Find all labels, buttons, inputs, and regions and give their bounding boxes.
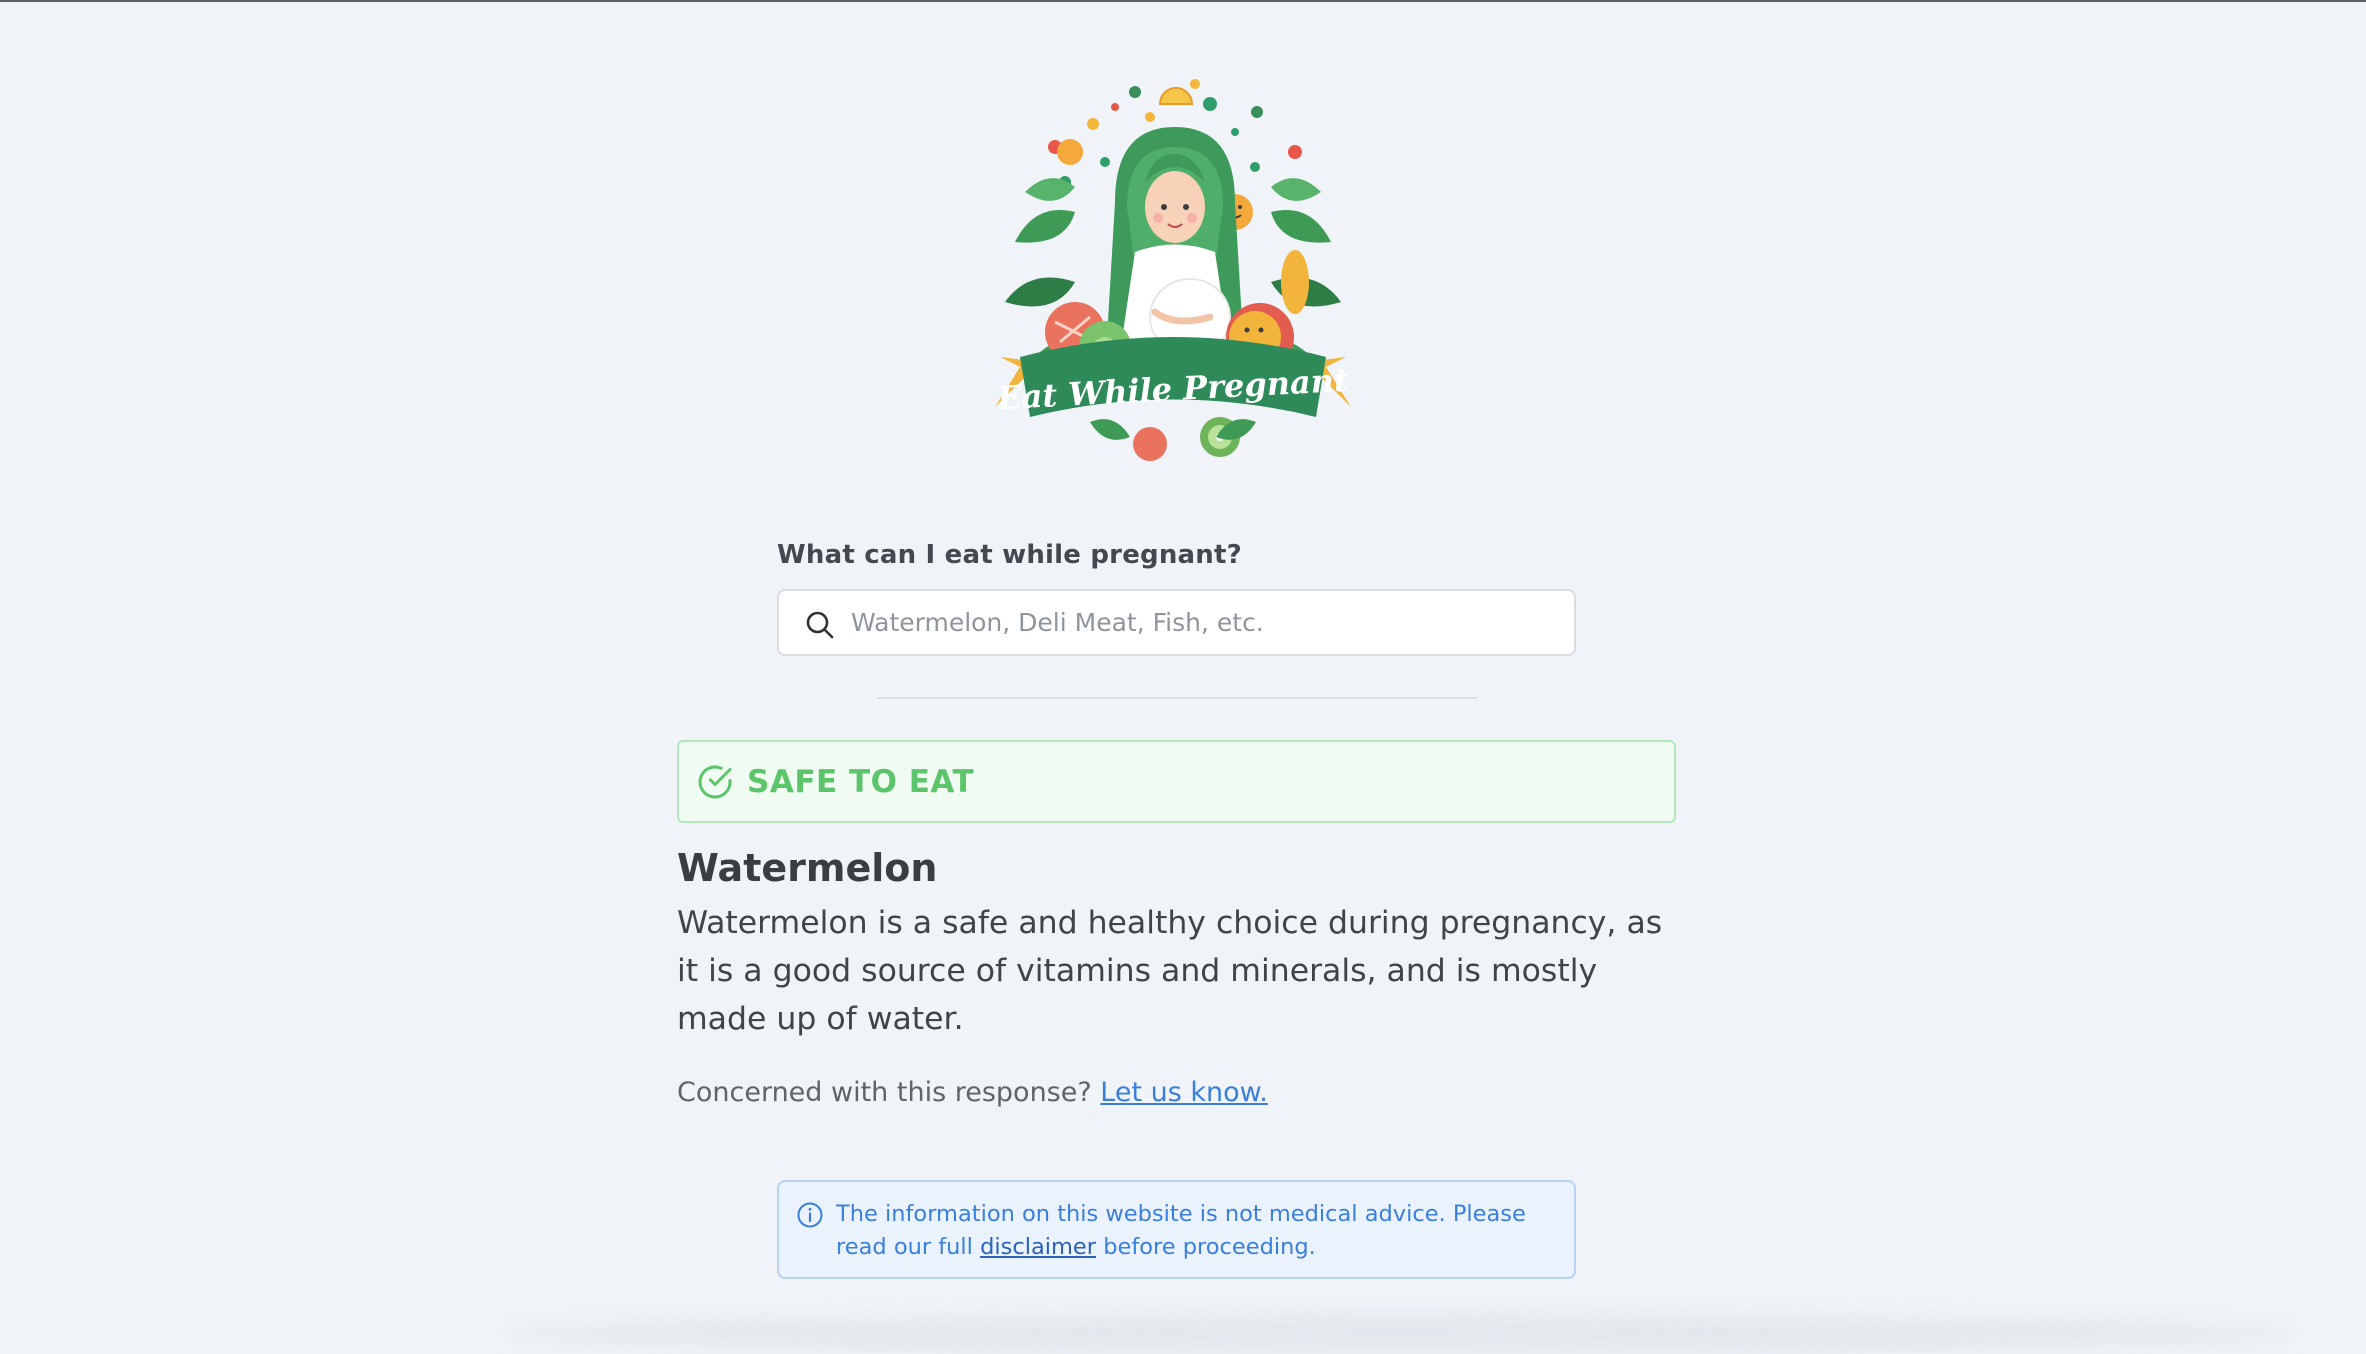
eat-while-pregnant-logo: Eat While Pregnant — [995, 79, 1351, 461]
disclaimer-text-after: before proceeding. — [1103, 1234, 1316, 1260]
feedback-prompt: Concerned with this response? — [677, 1077, 1092, 1108]
status-banner: SAFE TO EAT — [677, 740, 1676, 823]
feedback-line: Concerned with this response? Let us kno… — [677, 1077, 1268, 1108]
food-description: Watermelon is a safe and healthy choice … — [677, 905, 1663, 1037]
window-top-border — [0, 0, 2366, 2]
disclaimer-link[interactable]: disclaimer — [980, 1234, 1096, 1260]
search-label: What can I eat while pregnant? — [777, 540, 1242, 570]
bottom-shadow — [500, 1314, 2300, 1354]
check-circle-icon — [698, 765, 732, 799]
feedback-link[interactable]: Let us know. — [1100, 1077, 1268, 1108]
search-box[interactable] — [777, 589, 1576, 656]
search-icon — [806, 611, 834, 639]
food-title: Watermelon — [677, 846, 938, 890]
status-label: SAFE TO EAT — [747, 764, 975, 800]
divider — [877, 697, 1477, 699]
info-icon — [797, 1202, 823, 1228]
disclaimer-text: The information on this website is not m… — [836, 1198, 1556, 1264]
search-input[interactable] — [849, 591, 1551, 654]
disclaimer-notice: The information on this website is not m… — [777, 1180, 1576, 1279]
